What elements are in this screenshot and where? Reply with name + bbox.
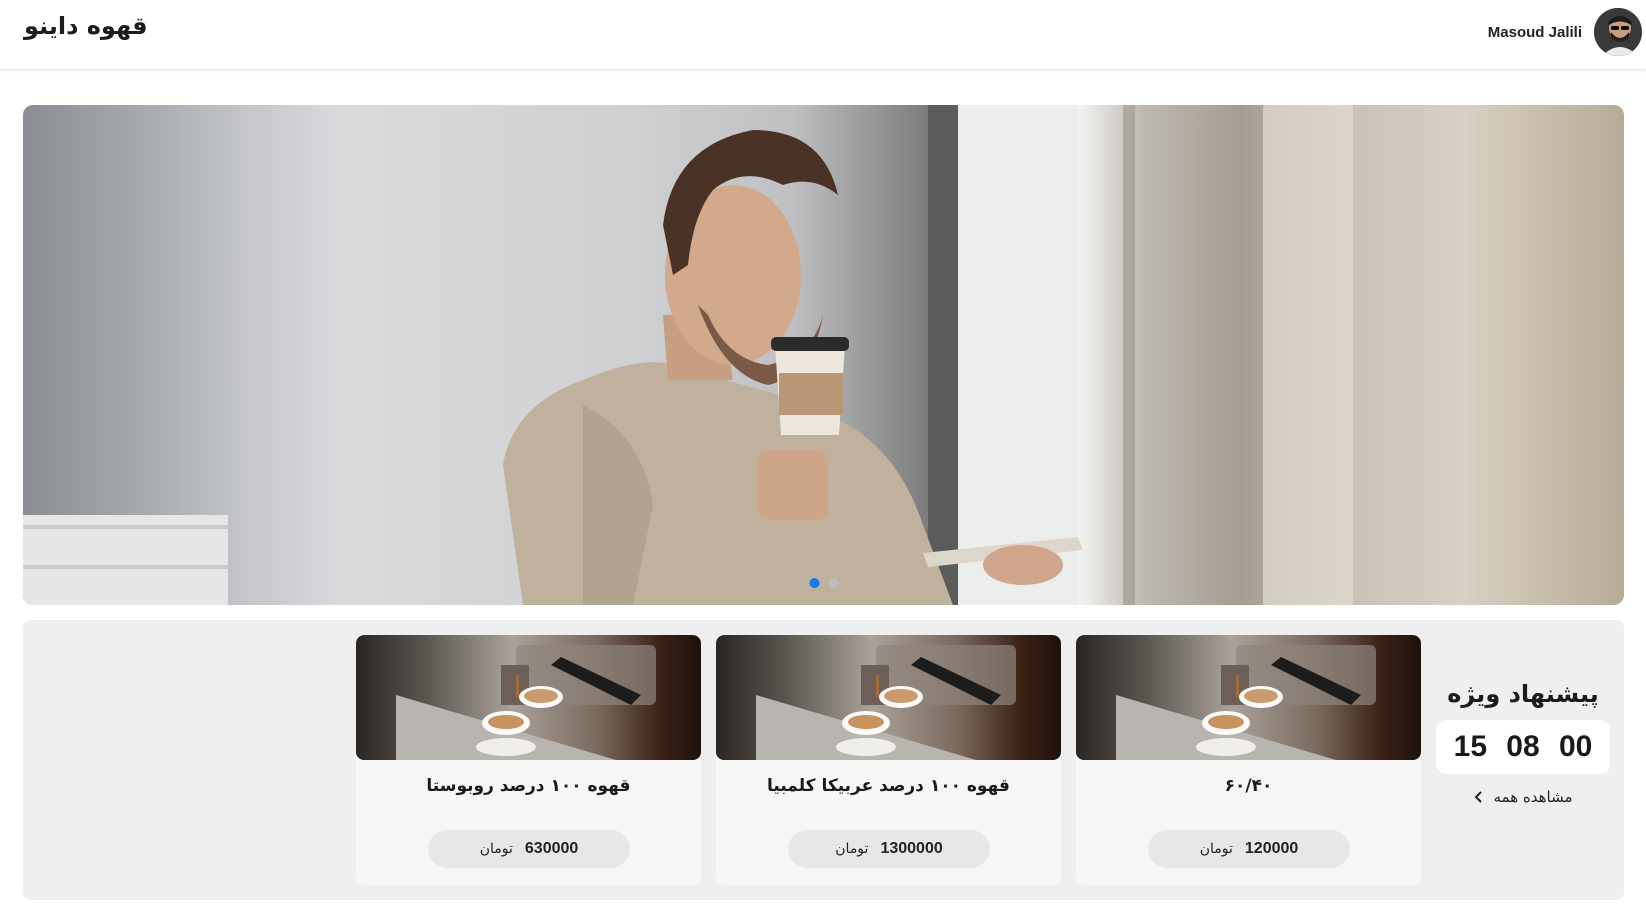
user-profile[interactable]: Masoud Jalili xyxy=(1488,4,1642,60)
product-card[interactable]: ۶۰/۴۰ 120000 تومان xyxy=(1076,635,1421,885)
see-all-label: مشاهده همه xyxy=(1493,788,1573,806)
carousel-dots xyxy=(809,578,838,588)
chevron-left-icon xyxy=(1475,791,1483,803)
carousel-dot-1[interactable] xyxy=(809,578,819,588)
carousel-dot-2[interactable] xyxy=(828,578,838,588)
countdown-timer: 15 08 00 xyxy=(1436,720,1610,774)
timer-segment-1: 15 xyxy=(1453,730,1488,763)
product-card-list: ۶۰/۴۰ 120000 تومان قهوه ۱۰۰ درصد عربیکا … xyxy=(356,635,1421,885)
price-pill: 1300000 تومان xyxy=(788,830,990,868)
espresso-machine-image xyxy=(396,645,656,760)
price-value: 1300000 xyxy=(880,840,943,857)
special-offer-section: پیشنهاد ویژه 15 08 00 مشاهده همه ۶۰/۴۰ 1… xyxy=(23,620,1624,900)
product-card[interactable]: قهوه ۱۰۰ درصد روبوستا 630000 تومان xyxy=(356,635,701,885)
price-currency: تومان xyxy=(835,841,869,857)
price-pill: 630000 تومان xyxy=(428,830,630,868)
offer-title: پیشنهاد ویژه xyxy=(1447,680,1599,708)
price-currency: تومان xyxy=(479,841,513,857)
avatar[interactable] xyxy=(1594,8,1642,56)
product-image[interactable] xyxy=(1076,635,1421,760)
product-card[interactable]: قهوه ۱۰۰ درصد عربیکا کلمبیا 1300000 توما… xyxy=(716,635,1061,885)
hero-banner[interactable] xyxy=(23,105,1624,605)
timer-segment-3: 00 xyxy=(1558,730,1593,763)
see-all-link[interactable]: مشاهده همه xyxy=(1436,788,1610,806)
price-value: 630000 xyxy=(524,840,579,857)
price-pill: 120000 تومان xyxy=(1148,830,1350,868)
espresso-machine-image xyxy=(756,645,1016,760)
offer-header: پیشنهاد ویژه 15 08 00 مشاهده همه xyxy=(1436,680,1610,806)
brand-logo-text[interactable]: قهوه داینو xyxy=(24,12,148,40)
avatar-image xyxy=(1594,8,1642,56)
product-image[interactable] xyxy=(716,635,1061,760)
espresso-machine-image xyxy=(1116,645,1376,760)
price-currency: تومان xyxy=(1199,841,1233,857)
product-title[interactable]: ۶۰/۴۰ xyxy=(1076,776,1421,796)
top-header: قهوه داینو Masoud Jalili xyxy=(0,0,1646,70)
user-name[interactable]: Masoud Jalili xyxy=(1488,24,1582,41)
product-title[interactable]: قهوه ۱۰۰ درصد روبوستا xyxy=(356,776,701,796)
price-value: 120000 xyxy=(1244,840,1299,857)
product-image[interactable] xyxy=(356,635,701,760)
hero-image xyxy=(23,105,1353,605)
timer-segment-2: 08 xyxy=(1506,730,1540,763)
product-title[interactable]: قهوه ۱۰۰ درصد عربیکا کلمبیا xyxy=(716,776,1061,796)
